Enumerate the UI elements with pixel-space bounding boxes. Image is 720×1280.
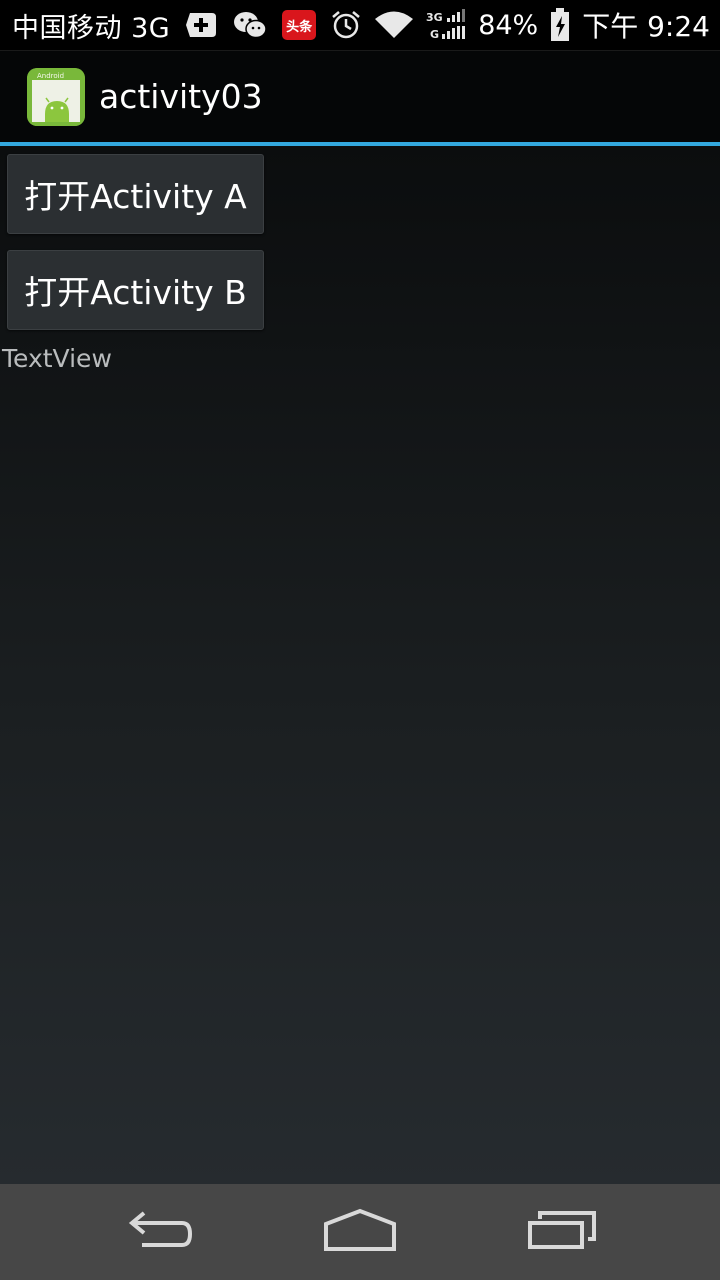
wifi-icon	[374, 10, 414, 40]
home-button[interactable]	[310, 1202, 410, 1262]
text-view: TextView	[2, 344, 112, 373]
content-area: 打开Activity A 打开Activity B TextView	[0, 146, 720, 1184]
status-right: 3G G 84% 下午 9:24	[330, 5, 710, 45]
back-button[interactable]	[110, 1202, 210, 1262]
alarm-icon	[330, 9, 362, 41]
action-bar: Android activity03	[0, 50, 720, 142]
battery-percentage: 84%	[478, 9, 539, 41]
network-type-g: G	[430, 28, 439, 41]
network-type-3g: 3G	[426, 11, 443, 24]
wechat-icon	[232, 10, 268, 40]
carrier-label: 中国移动 3G	[12, 12, 171, 44]
open-activity-a-button[interactable]: 打开Activity A	[7, 154, 264, 234]
navigation-bar	[0, 1184, 720, 1280]
open-activity-b-button[interactable]: 打开Activity B	[7, 250, 264, 330]
battery-charging-icon	[550, 8, 570, 42]
android-app-icon[interactable]: Android	[27, 67, 85, 126]
recent-apps-button[interactable]	[512, 1202, 612, 1262]
plus-notification-icon	[184, 11, 218, 39]
toutiao-icon: 头条	[282, 10, 317, 40]
app-icon-label: Android	[37, 72, 64, 80]
app-title: activity03	[99, 77, 263, 116]
recent-apps-icon	[526, 1210, 598, 1254]
screen: 中国移动 3G 头条 3G G 84% 下午 9:24 Android acti…	[0, 0, 720, 1280]
signal-icon: 3G G	[426, 9, 466, 41]
status-bar: 中国移动 3G 头条 3G G 84% 下午 9:24	[0, 0, 720, 50]
back-icon	[124, 1210, 196, 1254]
home-icon	[322, 1208, 398, 1256]
status-left: 中国移动 3G 头条	[12, 6, 317, 45]
clock: 下午 9:24	[582, 10, 710, 43]
